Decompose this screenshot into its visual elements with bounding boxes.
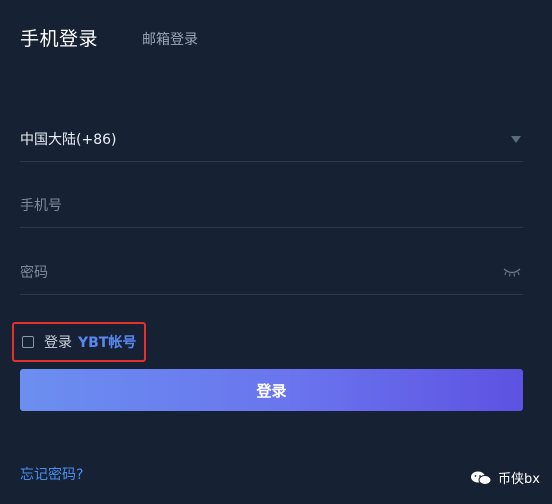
remember-label: 登录 bbox=[44, 335, 72, 351]
remember-brand-label: YBT帐号 bbox=[78, 335, 137, 351]
watermark-text: 币侠bx bbox=[498, 472, 540, 487]
login-tabs: 手机登录 邮箱登录 bbox=[20, 24, 198, 51]
tab-email-login[interactable]: 邮箱登录 bbox=[142, 29, 198, 51]
password-input[interactable]: 密码 bbox=[20, 250, 523, 295]
country-select[interactable]: 中国大陆(+86) bbox=[20, 117, 523, 162]
tab-phone-login[interactable]: 手机登录 bbox=[20, 24, 98, 51]
phone-input[interactable]: 手机号 bbox=[20, 183, 523, 228]
eye-closed-icon[interactable] bbox=[503, 266, 521, 278]
password-placeholder: 密码 bbox=[20, 265, 48, 281]
country-value: 中国大陆(+86) bbox=[20, 132, 117, 148]
phone-placeholder: 手机号 bbox=[20, 198, 62, 214]
remember-checkbox[interactable] bbox=[22, 336, 34, 348]
dropdown-caret-icon[interactable] bbox=[511, 135, 521, 143]
remember-account-option[interactable]: 登录 YBT帐号 bbox=[12, 322, 146, 362]
watermark: 币侠bx bbox=[470, 468, 540, 487]
chat-bubble-icon bbox=[471, 471, 492, 485]
login-button[interactable]: 登录 bbox=[20, 369, 523, 411]
forgot-password-link[interactable]: 忘记密码? bbox=[20, 464, 83, 484]
